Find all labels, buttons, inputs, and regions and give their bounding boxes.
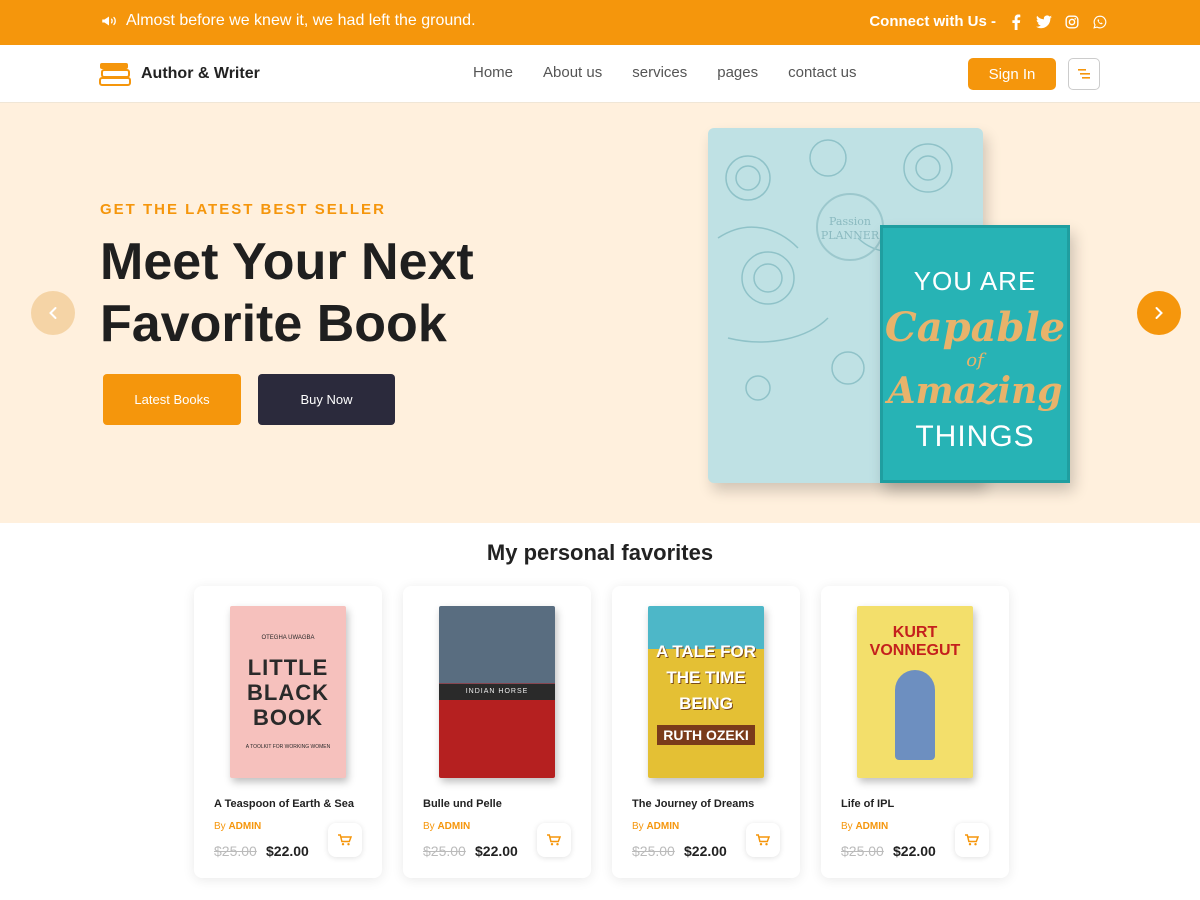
add-to-cart-button[interactable] — [537, 823, 571, 857]
connect-label: Connect with Us - — [869, 13, 996, 30]
book-title[interactable]: Bulle und Pelle — [423, 798, 502, 810]
book-title[interactable]: A Teaspoon of Earth & Sea — [214, 798, 354, 810]
notebook-line-3: of — [966, 350, 984, 371]
book-title[interactable]: Life of IPL — [841, 798, 894, 810]
chevron-right-icon — [1155, 307, 1163, 319]
hero-title: Meet Your Next Favorite Book — [100, 233, 474, 353]
whatsapp-icon[interactable] — [1092, 14, 1108, 30]
original-price: $25.00 — [632, 843, 675, 859]
author-name[interactable]: ADMIN — [855, 821, 888, 832]
book-cover-image[interactable]: INDIAN HORSE — [439, 606, 555, 778]
notebook-line-4: Amazing — [887, 370, 1063, 412]
add-to-cart-button[interactable] — [746, 823, 780, 857]
original-price: $25.00 — [423, 843, 466, 859]
book-author: By ADMIN — [841, 821, 888, 832]
book-card[interactable]: OTEGHA UWAGBA LITTLE BLACK BOOK A TOOLKI… — [194, 586, 382, 878]
book-title[interactable]: The Journey of Dreams — [632, 798, 754, 810]
nav-menu: Home About us services pages contact us — [473, 64, 857, 81]
book-cover-image[interactable]: A TALE FOR THE TIME BEING RUTH OZEKI — [648, 606, 764, 778]
logo[interactable]: Author & Writer — [99, 61, 260, 87]
add-to-cart-button[interactable] — [328, 823, 362, 857]
slider-prev-button[interactable] — [31, 291, 75, 335]
by-label: By — [632, 821, 644, 832]
favorites-heading: My personal favorites — [486, 540, 714, 565]
book-author: By ADMIN — [423, 821, 470, 832]
cart-icon — [965, 834, 979, 846]
cart-icon — [547, 834, 561, 846]
book-card[interactable]: A TALE FOR THE TIME BEING RUTH OZEKI The… — [612, 586, 800, 878]
cover-author-text: KURT VONNEGUT — [869, 624, 961, 659]
nav-link-contact[interactable]: contact us — [788, 64, 856, 81]
sale-price: $22.00 — [266, 843, 309, 859]
cover-title-text: A TALE FOR THE TIME BEING — [655, 642, 757, 713]
books-logo-icon — [99, 63, 131, 86]
cover-author-text: RUTH OZEKI — [657, 725, 755, 745]
by-label: By — [214, 821, 226, 832]
nav-link-pages[interactable]: pages — [717, 64, 758, 81]
announcement: Almost before we knew it, we had left th… — [100, 12, 476, 30]
cover-title-text: INDIAN HORSE — [439, 684, 555, 700]
cart-icon — [756, 834, 770, 846]
sign-in-button[interactable]: Sign In — [968, 58, 1056, 90]
book-card-list: OTEGHA UWAGBA LITTLE BLACK BOOK A TOOLKI… — [194, 586, 1009, 878]
book-cover-image[interactable]: KURT VONNEGUT — [857, 606, 973, 778]
notebook-line-5: THINGS — [915, 420, 1035, 453]
notebook-line-2: Capable — [884, 304, 1066, 351]
original-price: $25.00 — [214, 843, 257, 859]
menu-icon — [1078, 69, 1090, 79]
book-card[interactable]: KURT VONNEGUT Life of IPL By ADMIN $25.0… — [821, 586, 1009, 878]
megaphone-icon — [102, 16, 116, 26]
book-cover-image[interactable]: OTEGHA UWAGBA LITTLE BLACK BOOK A TOOLKI… — [230, 606, 346, 778]
chevron-left-icon — [49, 307, 57, 319]
instagram-icon[interactable] — [1064, 14, 1080, 30]
cover-subtitle-text: A TOOLKIT FOR WORKING WOMEN — [245, 743, 331, 750]
slider-next-button[interactable] — [1137, 291, 1181, 335]
nav-link-home[interactable]: Home — [473, 64, 513, 81]
capable-notebook-image: YOU ARE Capable of Amazing THINGS — [880, 225, 1070, 483]
author-name[interactable]: ADMIN — [228, 821, 261, 832]
cart-icon — [338, 834, 352, 846]
sale-price: $22.00 — [475, 843, 518, 859]
main-navbar: Author & Writer Home About us services p… — [0, 45, 1200, 103]
author-name[interactable]: ADMIN — [646, 821, 679, 832]
cover-illustration — [895, 670, 935, 760]
sale-price: $22.00 — [893, 843, 936, 859]
sale-price: $22.00 — [684, 843, 727, 859]
planner-badge: Passion PLANNER — [816, 193, 884, 261]
announcement-text: Almost before we knew it, we had left th… — [126, 12, 476, 29]
facebook-icon[interactable] — [1008, 14, 1024, 30]
book-card[interactable]: INDIAN HORSE Bulle und Pelle By ADMIN $2… — [403, 586, 591, 878]
latest-books-button[interactable]: Latest Books — [103, 374, 241, 425]
by-label: By — [841, 821, 853, 832]
by-label: By — [423, 821, 435, 832]
social-links: Connect with Us - — [869, 13, 1108, 30]
book-author: By ADMIN — [632, 821, 679, 832]
cover-author-text: OTEGHA UWAGBA — [261, 634, 315, 641]
top-announcement-bar: Almost before we knew it, we had left th… — [0, 0, 1200, 45]
author-name[interactable]: ADMIN — [437, 821, 470, 832]
hero-slider: GET THE LATEST BEST SELLER Meet Your Nex… — [0, 103, 1200, 523]
buy-now-button[interactable]: Buy Now — [258, 374, 395, 425]
book-author: By ADMIN — [214, 821, 261, 832]
notebook-line-1: YOU ARE — [913, 266, 1037, 296]
nav-link-services[interactable]: services — [632, 64, 687, 81]
cover-title-text: LITTLE BLACK BOOK — [247, 654, 329, 730]
menu-toggle-button[interactable] — [1068, 58, 1100, 90]
hero-eyebrow: GET THE LATEST BEST SELLER — [100, 201, 386, 218]
nav-link-about[interactable]: About us — [543, 64, 602, 81]
twitter-icon[interactable] — [1036, 14, 1052, 30]
original-price: $25.00 — [841, 843, 884, 859]
brand-name: Author & Writer — [141, 65, 260, 82]
add-to-cart-button[interactable] — [955, 823, 989, 857]
